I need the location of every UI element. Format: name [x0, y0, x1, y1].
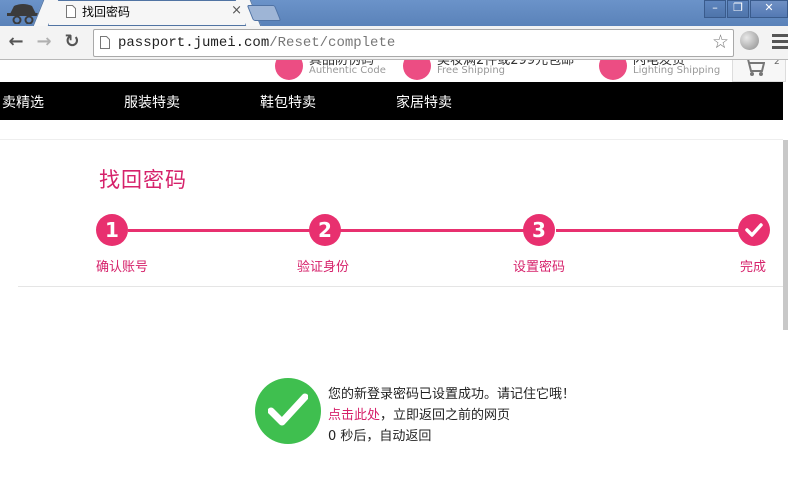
- click-here-link[interactable]: 点击此处: [328, 408, 380, 423]
- shopping-cart-icon: [744, 60, 765, 76]
- feature-subtitle: Free Shipping: [437, 65, 506, 76]
- nav-item-featured[interactable]: 卖精选: [2, 92, 44, 112]
- browser-toolbar: ← → ↻ passport.jumei.com/Reset/complete …: [0, 26, 788, 60]
- success-check-icon: [255, 378, 321, 444]
- bookmark-star-icon[interactable]: ☆: [712, 31, 729, 53]
- extension-globe-icon[interactable]: [740, 31, 759, 50]
- nav-item-home[interactable]: 家居特卖: [396, 92, 452, 112]
- new-tab-button[interactable]: [246, 5, 282, 21]
- page-icon: [100, 36, 110, 49]
- progress-line: [340, 229, 526, 232]
- nav-item-shoes-bags[interactable]: 鞋包特卖: [260, 92, 316, 112]
- maximize-button[interactable]: ❐: [727, 0, 749, 18]
- progress-line: [128, 229, 310, 232]
- tab-title: 找回密码: [82, 5, 131, 19]
- cart-count: 2: [774, 60, 780, 67]
- reload-icon[interactable]: ↻: [62, 32, 82, 52]
- address-bar[interactable]: passport.jumei.com/Reset/complete ☆: [93, 29, 734, 57]
- step-1-label: 确认账号: [96, 260, 149, 275]
- feature-subtitle: Lighting Shipping: [633, 65, 721, 76]
- countdown-message: 0 秒后，自动返回: [328, 429, 432, 444]
- step-4-circle: [738, 214, 770, 246]
- checkmark-icon: [268, 393, 308, 426]
- url-path: /Reset/complete: [269, 35, 396, 51]
- step-2-circle: 2: [309, 214, 341, 246]
- back-arrow-icon[interactable]: ←: [6, 32, 26, 52]
- menu-icon[interactable]: [772, 34, 788, 52]
- step-2-label: 验证身份: [297, 260, 350, 275]
- forward-arrow-icon[interactable]: →: [34, 32, 54, 52]
- page-scrollbar[interactable]: [783, 140, 788, 330]
- progress-line: [556, 229, 740, 232]
- minimize-button[interactable]: –: [704, 0, 726, 18]
- return-message: 点击此处，立即返回之前的网页: [328, 404, 510, 423]
- cart-button[interactable]: 2: [732, 60, 786, 82]
- divider: [18, 286, 783, 287]
- return-message-text: ，立即返回之前的网页: [380, 408, 511, 423]
- close-window-button[interactable]: ✕: [750, 0, 788, 18]
- browser-tab[interactable]: 找回密码 ×: [48, 0, 246, 26]
- step-4-label: 完成: [740, 260, 767, 275]
- url-host: passport.jumei.com: [118, 35, 270, 51]
- browser-titlebar: 找回密码 × – ❐ ✕: [0, 0, 788, 26]
- lightning-icon: [599, 60, 627, 80]
- step-3-circle: 3: [523, 214, 555, 246]
- divider: [0, 139, 783, 140]
- checkmark-icon: [745, 223, 763, 237]
- truck-icon: [403, 60, 431, 80]
- shield-icon: [275, 60, 303, 80]
- feature-strip: 真品防伪码 Authentic Code 美妆满2件或299元包邮 Free S…: [0, 60, 788, 82]
- url-text: passport.jumei.com/Reset/complete: [118, 35, 395, 51]
- page-title: 找回密码: [99, 168, 187, 192]
- tab-close-icon[interactable]: ×: [231, 3, 242, 18]
- success-message: 您的新登录密码已设置成功。请记住它哦！: [328, 387, 576, 402]
- feature-subtitle: Authentic Code: [309, 65, 386, 76]
- step-1-circle: 1: [96, 214, 128, 246]
- category-nav: 卖精选 服装特卖 鞋包特卖 家居特卖: [0, 82, 783, 120]
- nav-item-clothing[interactable]: 服装特卖: [124, 92, 180, 112]
- step-3-label: 设置密码: [513, 260, 566, 275]
- document-icon: [66, 5, 76, 18]
